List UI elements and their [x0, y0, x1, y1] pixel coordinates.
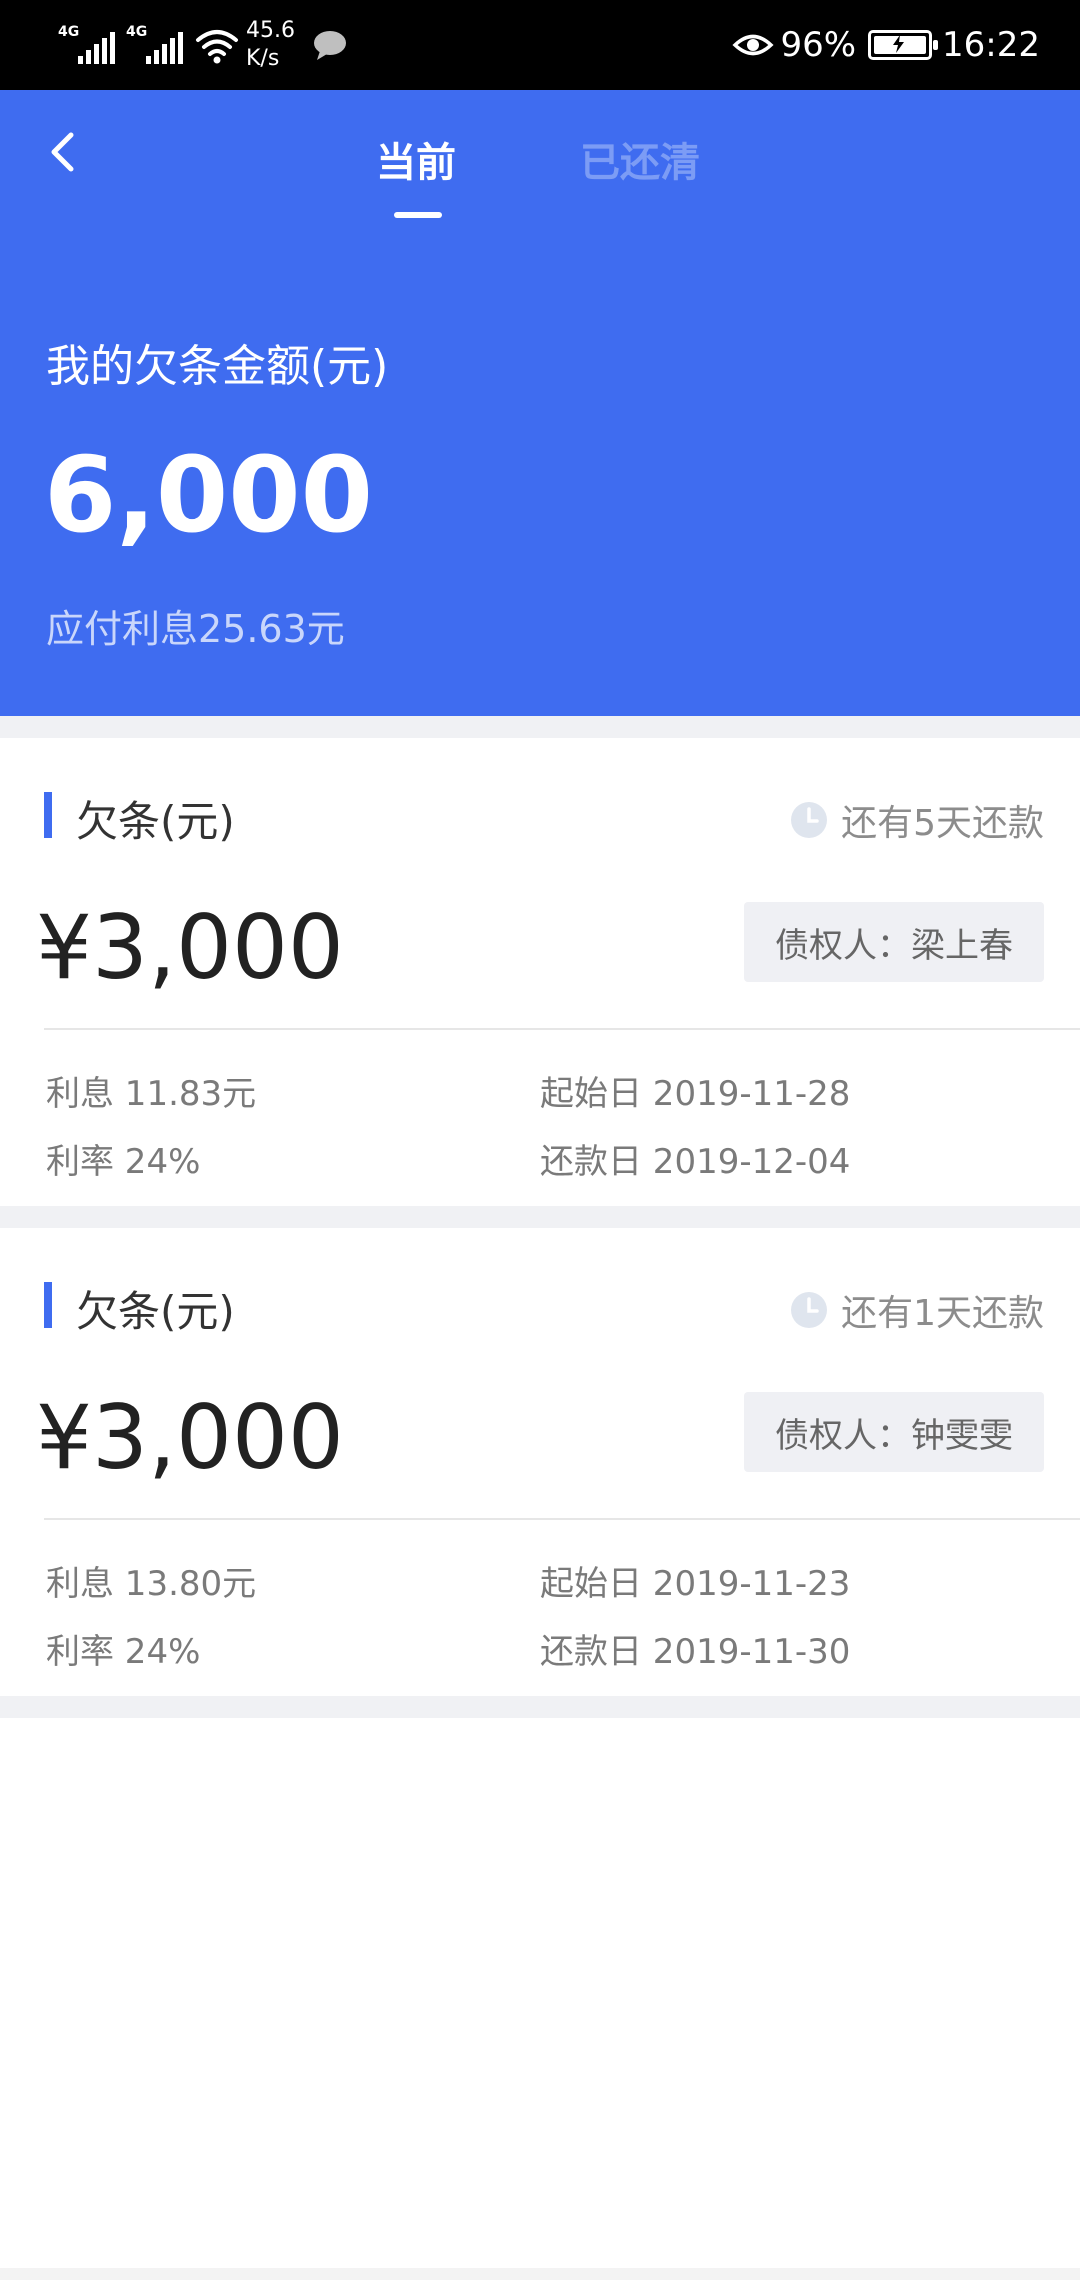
debt-note-card[interactable]: 欠条(元) 还有5天还款 ¥3,000 债权人：梁上春 利息 11.83元 利率…	[0, 738, 1080, 1206]
tab-cleared[interactable]: 已还清	[580, 130, 700, 188]
note-interest: 利息 13.80元	[46, 1564, 257, 1604]
signal-network-label: 4G	[58, 24, 80, 40]
card-divider	[44, 1028, 1080, 1030]
battery-icon	[868, 30, 939, 60]
note-amount: ¥3,000	[36, 896, 344, 999]
signal-network-label-2: 4G	[126, 24, 148, 40]
section-gap	[0, 716, 1080, 738]
creditor-badge: 债权人：梁上春	[744, 902, 1044, 982]
back-button[interactable]	[30, 120, 94, 184]
network-speed: 45.6 K/s	[246, 17, 304, 73]
wifi-icon	[196, 30, 238, 64]
note-amount: ¥3,000	[36, 1386, 344, 1489]
due-text: 还有5天还款	[841, 803, 1044, 844]
clock-icon	[791, 1292, 828, 1328]
clock-time: 16:22	[942, 25, 1040, 65]
card-accent-bar	[44, 1282, 52, 1328]
section-gap	[0, 1206, 1080, 1228]
due-reminder: 还有1天还款	[789, 1284, 1044, 1336]
note-rate: 利率 24%	[46, 1142, 201, 1182]
status-right: 96% 16:22	[732, 16, 1040, 74]
signal-icon-2: 4G	[126, 22, 188, 68]
note-interest: 利息 11.83元	[46, 1074, 257, 1114]
card-title: 欠条(元)	[76, 1287, 235, 1336]
status-bar: 4G 4G 45.6 K/s 96% 16:22	[0, 0, 1080, 90]
card-accent-bar	[44, 792, 52, 838]
network-speed-unit: K/s	[246, 46, 280, 71]
note-repay-date: 还款日 2019-11-30	[540, 1632, 851, 1672]
status-left: 4G 4G 45.6 K/s	[58, 16, 348, 74]
bottom-edge	[0, 2268, 1080, 2280]
section-gap	[0, 1696, 1080, 1718]
battery-percent: 96%	[780, 25, 857, 65]
note-repay-date: 还款日 2019-12-04	[540, 1142, 851, 1182]
eye-icon	[732, 34, 774, 56]
card-divider	[44, 1518, 1080, 1520]
creditor-badge: 债权人：钟雯雯	[744, 1392, 1044, 1472]
due-reminder: 还有5天还款	[789, 794, 1044, 846]
signal-icon: 4G	[58, 22, 120, 68]
total-interest-text: 应付利息25.63元	[46, 607, 345, 651]
chat-bubble-icon	[314, 31, 346, 60]
note-start-date: 起始日 2019-11-28	[540, 1074, 851, 1114]
note-start-date: 起始日 2019-11-23	[540, 1564, 851, 1604]
card-title: 欠条(元)	[76, 797, 235, 846]
tab-current[interactable]: 当前	[376, 130, 456, 188]
debt-note-card[interactable]: 欠条(元) 还有1天还款 ¥3,000 债权人：钟雯雯 利息 13.80元 利率…	[0, 1228, 1080, 1696]
summary-header: 当前 已还清 我的欠条金额(元) 6,000 应付利息25.63元	[0, 90, 1080, 716]
total-debt-amount: 6,000	[44, 434, 373, 556]
note-rate: 利率 24%	[46, 1632, 201, 1672]
network-speed-value: 45.6	[246, 18, 295, 43]
tab-active-indicator	[394, 212, 442, 218]
back-arrow-icon	[51, 132, 74, 172]
total-debt-label: 我的欠条金额(元)	[46, 341, 389, 392]
due-text: 还有1天还款	[841, 1293, 1044, 1334]
clock-icon	[791, 802, 828, 838]
